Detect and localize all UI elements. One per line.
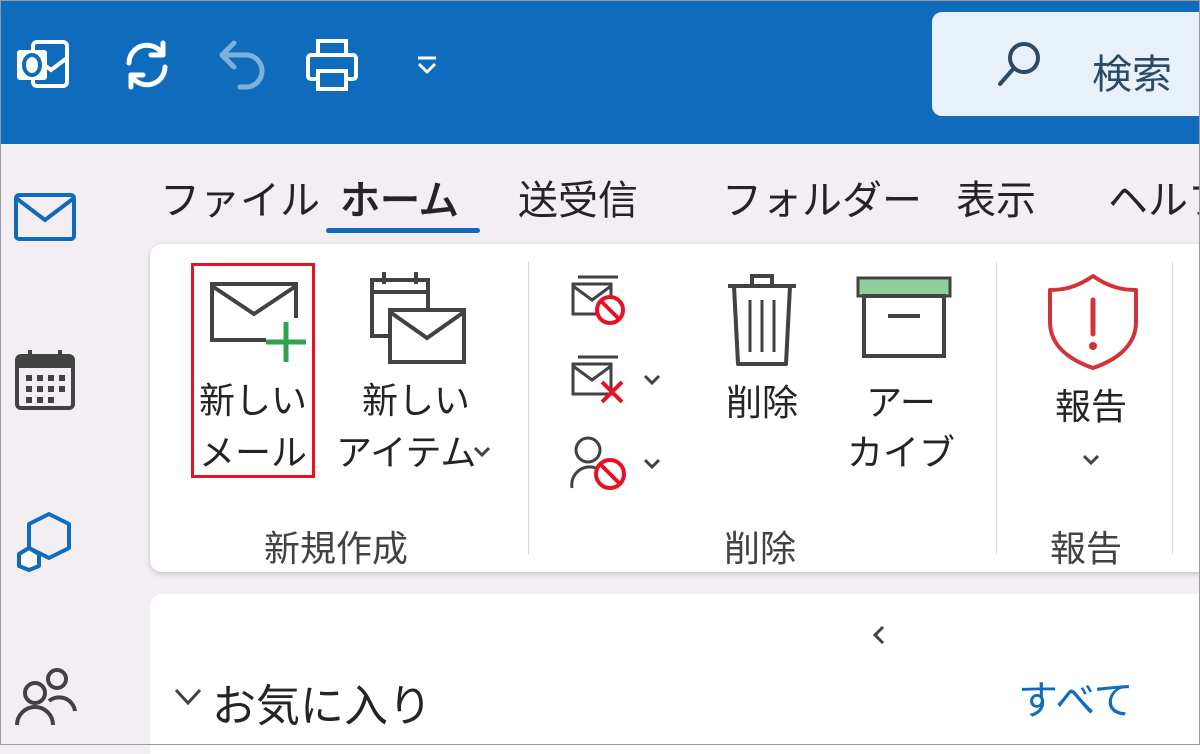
chevron-down-icon [1081, 452, 1101, 471]
cleanup-button[interactable] [564, 350, 674, 410]
title-bar: 検索 [0, 0, 1200, 144]
chevron-left-icon [872, 625, 885, 645]
group-separator [996, 262, 997, 554]
apps-icon[interactable] [10, 505, 80, 575]
highlight-frame [191, 263, 315, 478]
shield-alert-icon [1046, 272, 1140, 376]
sync-icon[interactable] [115, 30, 179, 100]
calendar-icon[interactable] [10, 345, 80, 415]
search-box[interactable]: 検索 [932, 12, 1200, 116]
customize-toolbar-icon[interactable] [395, 30, 459, 100]
mail-icon[interactable] [10, 182, 80, 252]
report-button[interactable]: 報告 [1036, 266, 1146, 476]
ignore-icon [570, 274, 630, 332]
archive-label-line1: アー [866, 383, 936, 424]
tab-folder[interactable]: フォルダー [722, 168, 922, 226]
delete-button[interactable]: 削除 [712, 266, 812, 466]
cleanup-icon [570, 354, 630, 412]
chevron-down-icon [472, 444, 492, 463]
report-label: 報告 [1054, 387, 1127, 428]
block-sender-icon [570, 434, 630, 496]
delete-label: 削除 [725, 383, 798, 424]
favorites-header[interactable]: お気に入り [212, 670, 432, 734]
undo-icon[interactable] [210, 30, 274, 100]
outlook-logo-icon [10, 30, 74, 100]
group-label-report: 報告 [1050, 529, 1123, 570]
people-icon[interactable] [10, 660, 80, 730]
tab-help[interactable]: ヘルプ [1108, 168, 1200, 226]
tab-view[interactable]: 表示 [956, 168, 1036, 226]
archive-button[interactable]: アー カイブ [846, 266, 956, 476]
chevron-down-icon[interactable] [172, 686, 204, 712]
search-placeholder: 検索 [1092, 52, 1172, 98]
chevron-down-icon [642, 372, 662, 391]
group-separator [528, 262, 529, 554]
group-label-delete: 削除 [724, 529, 797, 570]
chevron-down-icon [642, 456, 662, 475]
block-sender-button[interactable] [564, 432, 674, 492]
ignore-button[interactable] [564, 270, 674, 330]
archive-icon [856, 276, 952, 364]
tab-send-receive[interactable]: 送受信 [518, 168, 638, 226]
new-item-label-line1: 新しい [361, 381, 470, 422]
group-label-new: 新規作成 [264, 529, 409, 570]
trash-icon [724, 270, 800, 374]
new-item-button[interactable]: 新しい アイテム [330, 266, 510, 476]
new-item-icon [368, 268, 468, 372]
group-separator [1172, 262, 1173, 554]
collapse-pane-button[interactable] [866, 622, 896, 652]
filter-all-tab[interactable]: すべて [1018, 668, 1134, 726]
active-tab-indicator [326, 228, 480, 233]
archive-label-line2: カイブ [846, 433, 955, 474]
print-icon[interactable] [300, 30, 364, 100]
search-icon [994, 38, 1046, 94]
tab-file[interactable]: ファイル [160, 168, 320, 226]
new-item-label-line2: アイテム [336, 433, 477, 474]
tab-home[interactable]: ホーム [340, 168, 459, 226]
